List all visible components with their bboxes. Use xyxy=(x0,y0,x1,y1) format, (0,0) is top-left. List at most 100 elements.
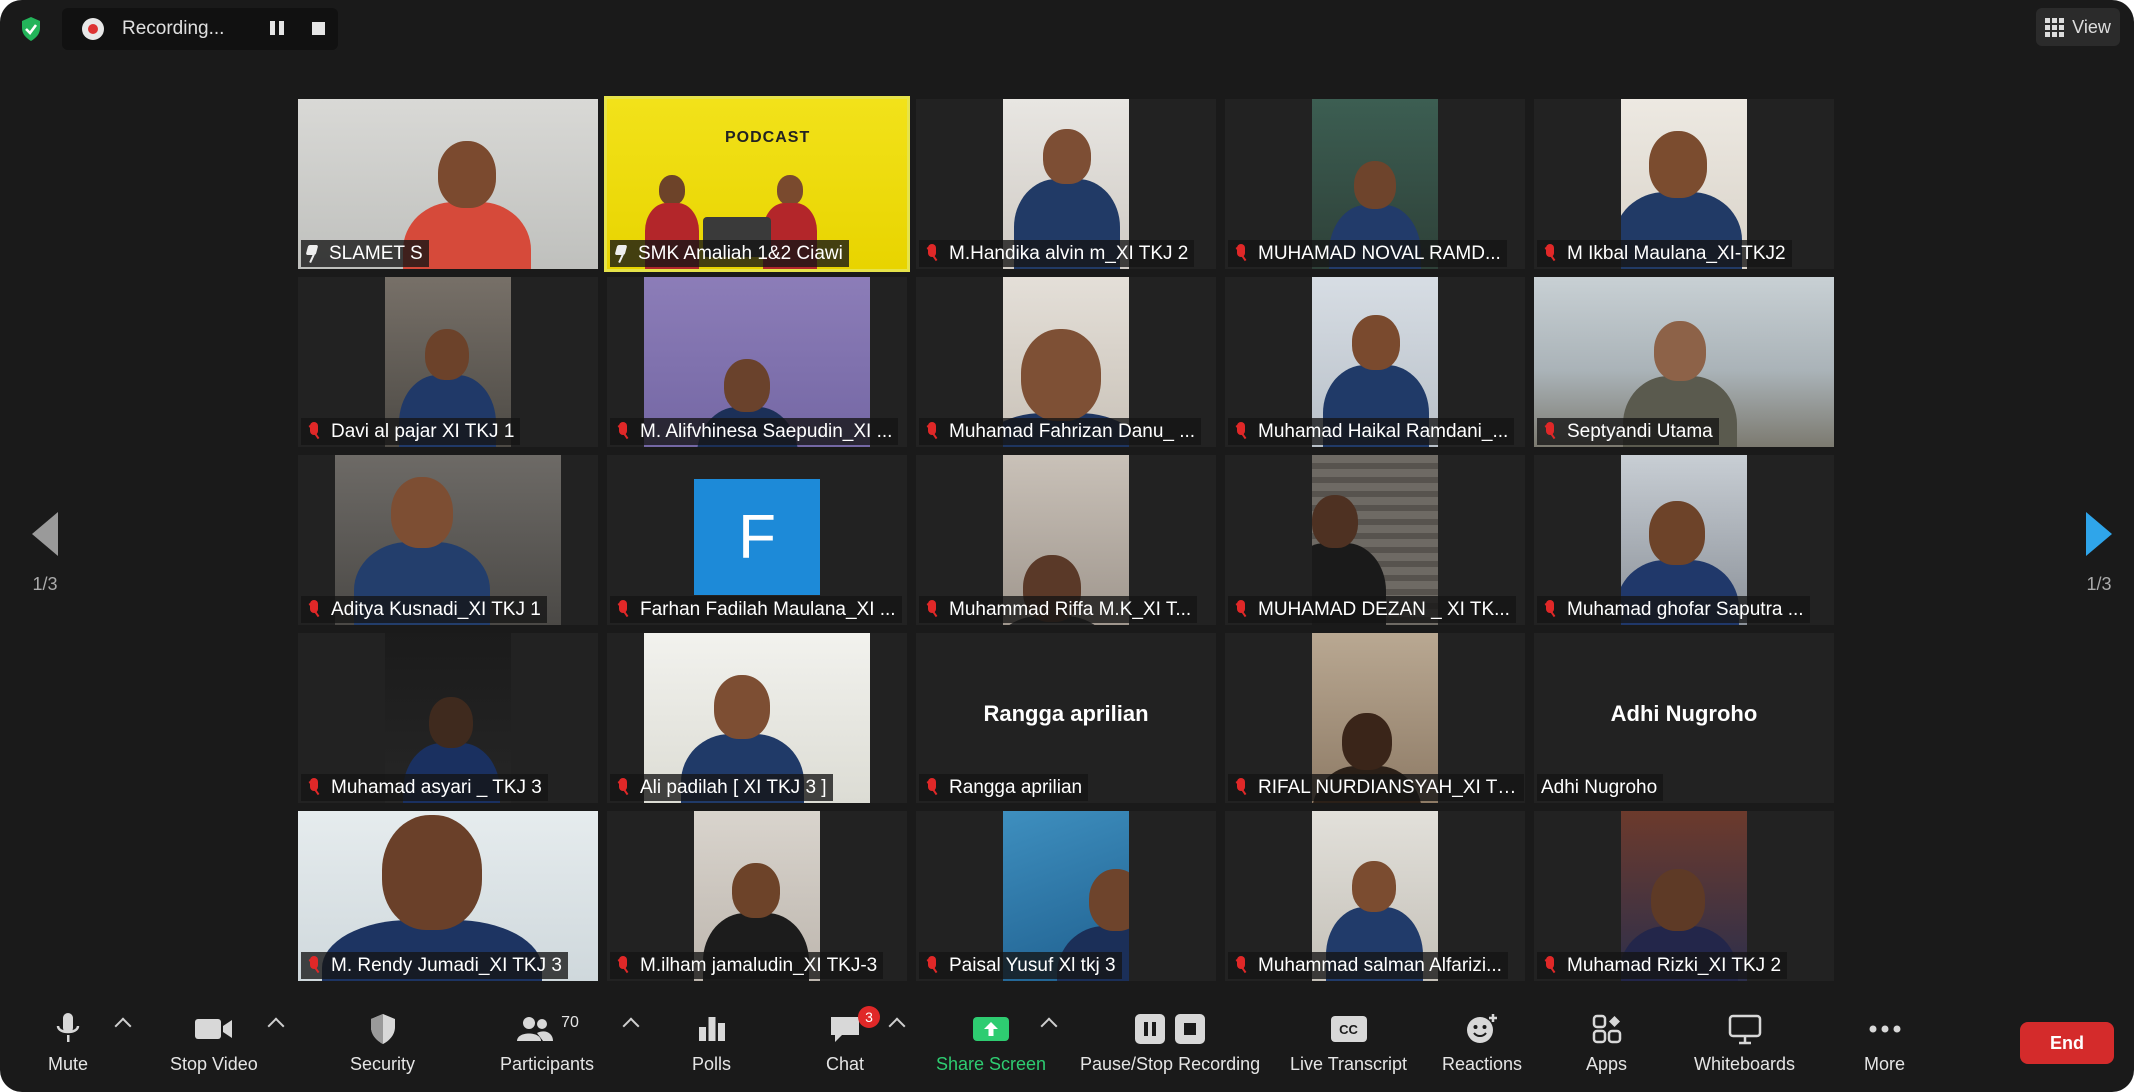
live-transcript-label: Live Transcript xyxy=(1290,1054,1408,1074)
meeting-toolbar: Mute Stop Video Security 70 Participants xyxy=(0,998,2134,1092)
participant-name: Muhamad asyari _ TKJ 3 xyxy=(331,776,542,798)
muted-microphone-icon xyxy=(923,599,941,620)
person-head xyxy=(1021,329,1101,421)
participants-button[interactable]: 70 Participants xyxy=(500,1010,594,1075)
participant-tile[interactable]: RIFAL NURDIANSYAH_XI TK... xyxy=(1225,633,1525,803)
participant-name-label: M Ikbal Maulana_XI-TKJ2 xyxy=(1537,240,1792,267)
previous-page-button[interactable]: 1/3 xyxy=(20,512,70,595)
whiteboards-button[interactable]: Whiteboards xyxy=(1694,1010,1795,1075)
muted-microphone-icon xyxy=(1541,421,1559,442)
participant-name: SMK Amaliah 1&2 Ciawi xyxy=(638,242,843,264)
video-options-caret[interactable] xyxy=(267,1017,285,1035)
person-head xyxy=(382,815,482,930)
participant-tile[interactable]: Muhamad Haikal Ramdani_... xyxy=(1225,277,1525,447)
participant-tile[interactable]: Muhamad asyari _ TKJ 3 xyxy=(298,633,598,803)
more-button[interactable]: More xyxy=(1864,1010,1905,1075)
stop-recording-button[interactable] xyxy=(312,21,328,37)
chat-options-caret[interactable] xyxy=(888,1017,906,1035)
person-head xyxy=(1654,321,1706,381)
mute-button[interactable]: Mute xyxy=(48,1010,88,1075)
muted-microphone-icon xyxy=(305,955,323,976)
polls-label: Polls xyxy=(692,1054,732,1074)
participant-tile[interactable]: Paisal Yusuf Xl tkj 3 xyxy=(916,811,1216,981)
muted-microphone-icon xyxy=(1541,243,1559,264)
pause-icon xyxy=(1135,1014,1166,1044)
apps-button[interactable]: Apps xyxy=(1586,1010,1627,1075)
pause-stop-recording-button[interactable]: Pause/Stop Recording xyxy=(1080,1010,1260,1075)
participant-avatar: F xyxy=(694,479,820,595)
chat-unread-badge: 3 xyxy=(858,1006,881,1028)
security-button[interactable]: Security xyxy=(350,1010,415,1075)
participant-tile[interactable]: Septyandi Utama xyxy=(1534,277,1834,447)
person-head xyxy=(1342,713,1392,770)
participant-name: Adhi Nugroho xyxy=(1541,776,1658,798)
participant-name-label: SMK Amaliah 1&2 Ciawi xyxy=(610,240,849,267)
person-head xyxy=(429,697,473,748)
chat-button[interactable]: 3 Chat xyxy=(826,1006,881,1075)
participant-tile[interactable]: M Ikbal Maulana_XI-TKJ2 xyxy=(1534,99,1834,269)
participant-tile[interactable]: Muhamad ghofar Saputra ... xyxy=(1534,455,1834,625)
muted-microphone-icon xyxy=(1232,777,1250,798)
participant-tile[interactable]: Muhammad salman Alfarizi... xyxy=(1225,811,1525,981)
participant-tile[interactable]: M.ilham jamaludin_XI TKJ-3 xyxy=(607,811,907,981)
stop-video-button[interactable]: Stop Video xyxy=(170,1010,258,1075)
encryption-shield-icon[interactable] xyxy=(14,12,48,46)
reactions-button[interactable]: Reactions xyxy=(1442,1010,1522,1075)
person-head xyxy=(1352,315,1400,370)
participant-name: M. Alifvhinesa Saepudin_XI ... xyxy=(640,420,893,442)
participant-tile[interactable]: M.Handika alvin m_XI TKJ 2 xyxy=(916,99,1216,269)
participant-tile[interactable]: M. Alifvhinesa Saepudin_XI ... xyxy=(607,277,907,447)
view-button[interactable]: View xyxy=(2036,8,2120,46)
apps-label: Apps xyxy=(1586,1054,1628,1074)
participant-tile[interactable]: Adhi Nugroho Adhi Nugroho xyxy=(1534,633,1834,803)
participants-options-caret[interactable] xyxy=(622,1017,640,1035)
security-shield-icon xyxy=(369,1010,397,1048)
participant-tile[interactable]: MUHAMAD DEZAN _ XI TK... xyxy=(1225,455,1525,625)
person-head xyxy=(1649,131,1707,198)
muted-microphone-icon xyxy=(305,599,323,620)
reactions-label: Reactions xyxy=(1442,1054,1523,1074)
participant-tile[interactable]: Ali padilah [ XI TKJ 3 ] xyxy=(607,633,907,803)
live-transcript-button[interactable]: CC Live Transcript xyxy=(1290,1010,1407,1075)
whiteboard-icon xyxy=(1728,1010,1762,1048)
gallery-view: SLAMET S PODCAST SMK Amaliah 1&2 Ciawi M.Ha… xyxy=(298,96,1836,981)
person-head xyxy=(659,175,685,205)
participants-label: Participants xyxy=(500,1054,595,1074)
cc-text: CC xyxy=(1330,1016,1367,1042)
pause-recording-button[interactable] xyxy=(270,21,286,37)
participant-tile[interactable]: Muhamad Rizki_XI TKJ 2 xyxy=(1534,811,1834,981)
microphone-icon xyxy=(55,1010,81,1048)
person-head xyxy=(1352,861,1396,912)
participant-name-label: Muhamad Rizki_XI TKJ 2 xyxy=(1537,952,1788,979)
participant-tile[interactable]: Muhammad Riffa M.K_XI T... xyxy=(916,455,1216,625)
polls-button[interactable]: Polls xyxy=(692,1010,731,1075)
participant-name: SLAMET S xyxy=(329,242,423,264)
end-meeting-button[interactable]: End xyxy=(2020,1022,2114,1064)
participant-tile[interactable]: Aditya Kusnadi_XI TKJ 1 xyxy=(298,455,598,625)
audio-options-caret[interactable] xyxy=(114,1017,132,1035)
muted-microphone-icon xyxy=(923,777,941,798)
muted-microphone-icon xyxy=(614,421,632,442)
participant-tile[interactable]: PODCAST SMK Amaliah 1&2 Ciawi xyxy=(604,96,910,272)
participant-name: Septyandi Utama xyxy=(1567,420,1713,442)
participant-name-label: M.Handika alvin m_XI TKJ 2 xyxy=(919,240,1195,267)
participant-name: Muhammad salman Alfarizi... xyxy=(1258,954,1502,976)
participant-tile[interactable]: SLAMET S xyxy=(298,99,598,269)
participant-tile[interactable]: M. Rendy Jumadi_XI TKJ 3 xyxy=(298,811,598,981)
share-screen-button[interactable]: Share Screen xyxy=(936,1010,1046,1075)
participant-name-label: Muhamad asyari _ TKJ 3 xyxy=(301,774,548,801)
muted-microphone-icon xyxy=(614,599,632,620)
participant-tile[interactable]: Muhamad Fahrizan Danu_ ... xyxy=(916,277,1216,447)
spotlight-pin-icon xyxy=(614,244,628,263)
stop-icon xyxy=(1175,1014,1206,1044)
participants-icon-group: 70 xyxy=(515,1010,579,1048)
next-page-button[interactable]: 1/3 xyxy=(2074,512,2124,595)
participant-name-label: SLAMET S xyxy=(301,240,429,267)
participant-name-label: RIFAL NURDIANSYAH_XI TK... xyxy=(1228,774,1524,801)
participant-tile[interactable]: Rangga aprilian Rangga aprilian xyxy=(916,633,1216,803)
participant-tile[interactable]: MUHAMAD NOVAL RAMD... xyxy=(1225,99,1525,269)
participant-tile[interactable]: F Farhan Fadilah Maulana_XI ... xyxy=(607,455,907,625)
participant-name: Muhamad Rizki_XI TKJ 2 xyxy=(1567,954,1782,976)
person-head xyxy=(1651,869,1705,931)
participant-tile[interactable]: Davi al pajar XI TKJ 1 xyxy=(298,277,598,447)
